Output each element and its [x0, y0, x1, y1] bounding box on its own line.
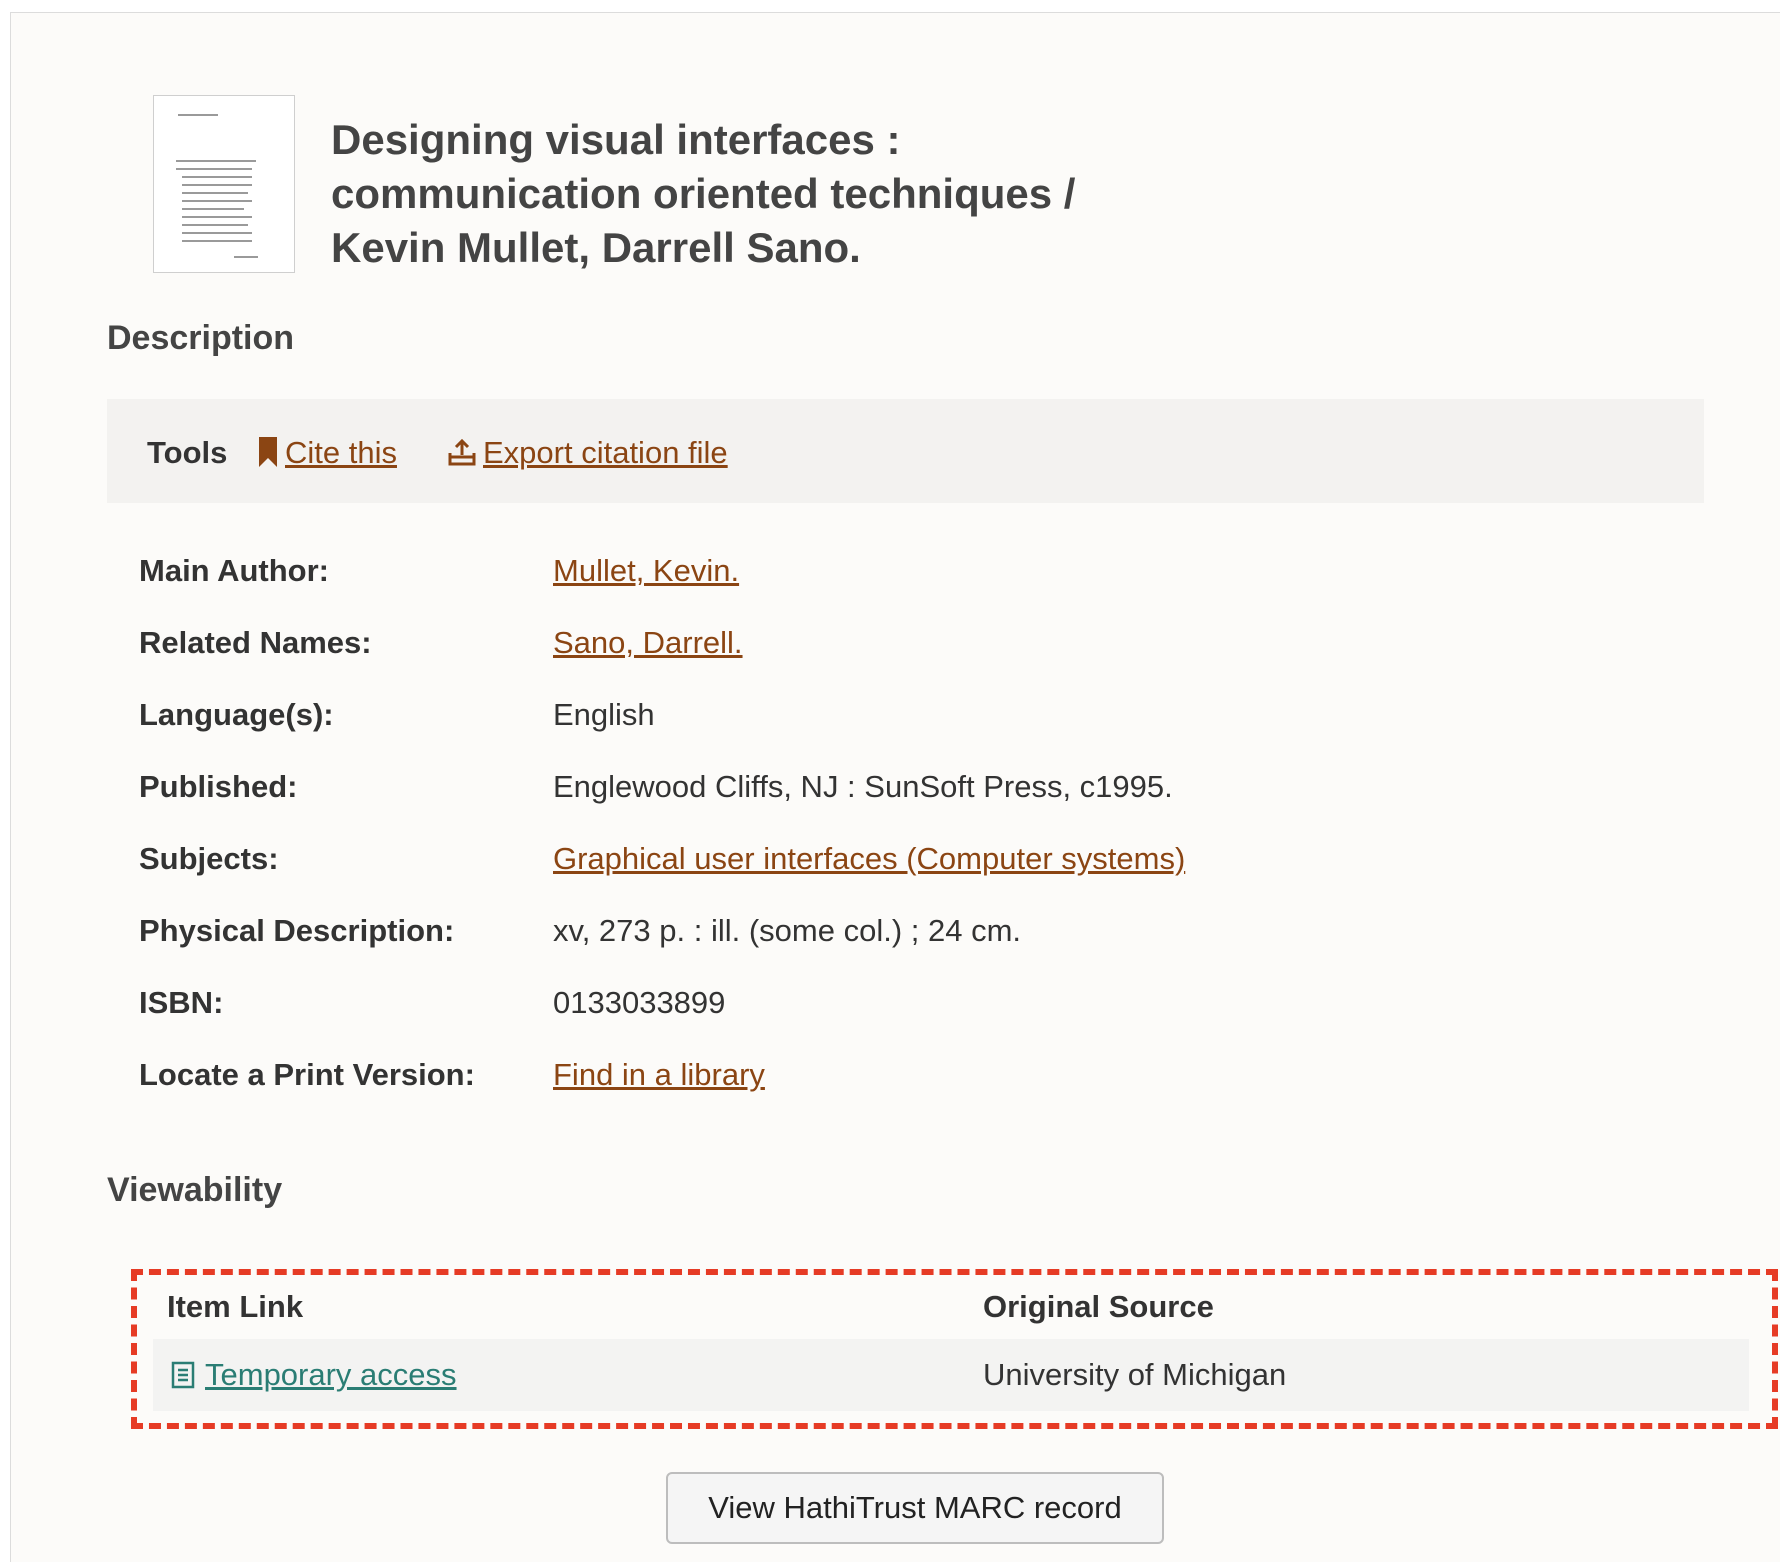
field-label: Main Author:: [139, 553, 329, 588]
column-header-original-source: Original Source: [983, 1289, 1214, 1324]
published-value: Englewood Cliffs, NJ : SunSoft Press, c1…: [553, 769, 1173, 804]
record-page: Designing visual interfaces : communicat…: [10, 12, 1780, 1562]
viewability-table: Item Link Original Source Temporary acce…: [131, 1269, 1778, 1429]
document-icon: [171, 1361, 195, 1389]
field-label: Published:: [139, 769, 298, 804]
view-marc-record-button[interactable]: View HathiTrust MARC record: [666, 1472, 1164, 1544]
tools-label: Tools: [147, 435, 228, 470]
find-in-library-link[interactable]: Find in a library: [553, 1057, 765, 1093]
export-citation-label: Export citation file: [483, 435, 728, 470]
field-label: Related Names:: [139, 625, 372, 660]
tools-bar: Tools Cite this Export citation file: [107, 399, 1704, 503]
export-icon: [448, 438, 476, 466]
temporary-access-label: Temporary access: [205, 1357, 457, 1392]
cite-this-link[interactable]: Cite this: [257, 435, 397, 471]
field-label: Subjects:: [139, 841, 279, 876]
main-author-link[interactable]: Mullet, Kevin.: [553, 553, 739, 589]
subject-link[interactable]: Graphical user interfaces (Computer syst…: [553, 841, 1185, 877]
field-label: ISBN:: [139, 985, 224, 1020]
cover-thumbnail[interactable]: [153, 95, 295, 273]
isbn-value: 0133033899: [553, 985, 726, 1020]
language-value: English: [553, 697, 655, 732]
column-header-item-link: Item Link: [167, 1289, 304, 1324]
temporary-access-link[interactable]: Temporary access: [171, 1357, 457, 1393]
field-label: Language(s):: [139, 697, 334, 732]
bookmark-icon: [259, 437, 277, 467]
table-row: Temporary access University of Michigan: [153, 1339, 1749, 1411]
field-label: Locate a Print Version:: [139, 1057, 475, 1092]
export-citation-link[interactable]: Export citation file: [447, 435, 728, 471]
cite-this-label: Cite this: [285, 435, 397, 470]
physical-description-value: xv, 273 p. : ill. (some col.) ; 24 cm.: [553, 913, 1022, 948]
record-title: Designing visual interfaces : communicat…: [331, 116, 1076, 271]
related-name-link[interactable]: Sano, Darrell.: [553, 625, 743, 661]
viewability-heading: Viewability: [107, 1171, 283, 1209]
field-label: Physical Description:: [139, 913, 455, 948]
original-source-value: University of Michigan: [983, 1357, 1287, 1392]
description-heading: Description: [107, 319, 295, 357]
